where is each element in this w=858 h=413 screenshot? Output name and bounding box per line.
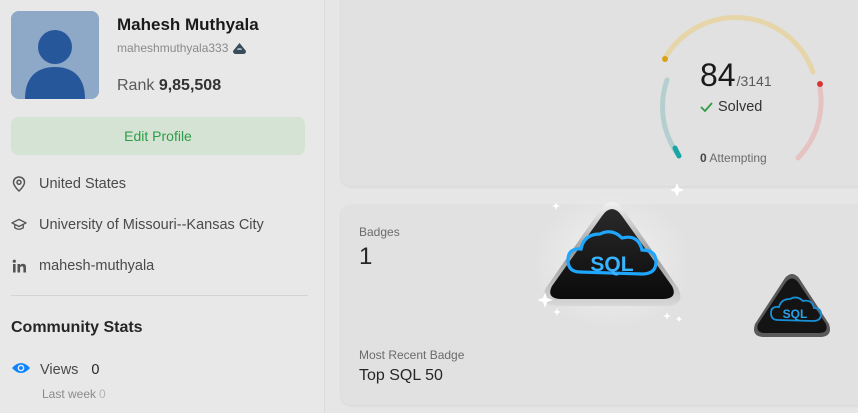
graduation-cap-icon [11, 217, 27, 233]
views-label: Views [40, 362, 79, 378]
profile-rank: Rank 9,85,508 [117, 77, 221, 95]
small-badge-sql-text: SQL [783, 307, 808, 321]
solved-count: 84 /3141 [700, 57, 772, 94]
profile-name: Mahesh Muthyala [117, 15, 259, 34]
location-row: United States [11, 176, 126, 192]
attempting-count: 0 [700, 151, 707, 165]
sparkle-icon [552, 202, 560, 210]
solved-number: 84 [700, 57, 736, 93]
rank-label: Rank [117, 77, 155, 94]
attempting-label: Attempting [709, 151, 767, 165]
recent-badge-name[interactable]: Top SQL 50 [359, 367, 443, 385]
profile-sidebar: Mahesh Muthyala maheshmuthyala333 Rank 9… [0, 0, 325, 413]
medium-marker-icon [662, 56, 668, 62]
sparkle-icon [670, 183, 684, 197]
username-text: maheshmuthyala333 [117, 41, 229, 55]
section-divider [11, 295, 308, 296]
badges-label: Badges [359, 225, 400, 239]
views-value: 0 [91, 362, 100, 378]
sql-badge-large[interactable]: SQL [530, 180, 695, 330]
badges-count: 1 [359, 243, 373, 270]
school-text: University of Missouri--Kansas City [39, 217, 264, 233]
recent-badge-label: Most Recent Badge [359, 348, 465, 362]
views-last-week: Last week 0 [42, 387, 106, 401]
rank-value: 9,85,508 [158, 77, 222, 94]
linkedin-row[interactable]: mahesh-muthyala [11, 258, 154, 274]
location-pin-icon [11, 176, 27, 192]
attempting-stat: 0 Attempting [700, 151, 767, 165]
eye-icon [11, 361, 31, 379]
avatar[interactable] [11, 11, 99, 99]
user-silhouette-icon [11, 11, 99, 99]
rank-badge-icon [233, 42, 247, 54]
hard-marker-icon [817, 81, 823, 87]
linkedin-text[interactable]: mahesh-muthyala [39, 258, 154, 274]
solved-label: Solved [718, 99, 763, 115]
last-week-value: 0 [99, 387, 106, 401]
badge-sql-text: SQL [590, 253, 633, 276]
sql-badge-small[interactable]: SQL [751, 270, 833, 342]
profile-username: maheshmuthyala333 [117, 41, 247, 55]
location-text: United States [39, 176, 127, 192]
views-stat: Views 0 [11, 361, 100, 379]
edit-profile-button[interactable]: Edit Profile [11, 117, 305, 155]
total-problems: /3141 [736, 73, 772, 89]
check-icon [700, 102, 713, 112]
last-week-label: Last week [42, 387, 97, 401]
solved-label-row: Solved [700, 99, 762, 115]
school-row: University of Missouri--Kansas City [11, 217, 264, 233]
sparkle-icon [676, 316, 682, 322]
community-stats-title: Community Stats [11, 319, 143, 336]
linkedin-icon [11, 258, 27, 274]
